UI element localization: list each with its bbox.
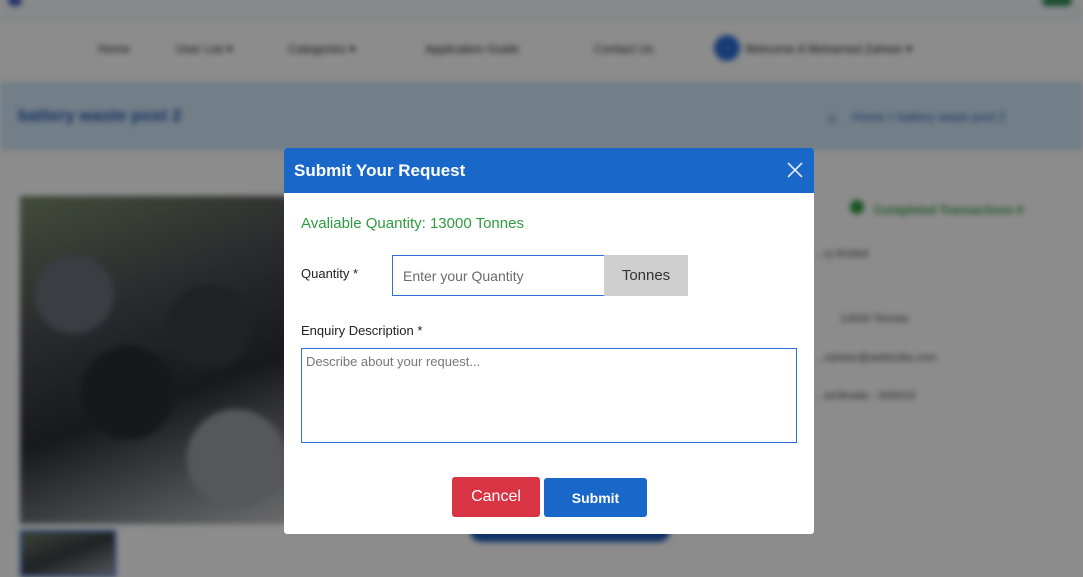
description-label: Enquiry Description * <box>301 323 423 338</box>
quantity-input[interactable] <box>392 255 605 296</box>
modal-title: Submit Your Request <box>294 161 466 180</box>
quantity-unit: Tonnes <box>604 255 688 296</box>
description-textarea[interactable] <box>301 348 797 443</box>
available-quantity: Avaliable Quantity: 13000 Tonnes <box>301 215 524 232</box>
close-icon[interactable] <box>784 159 806 181</box>
cancel-button[interactable]: Cancel <box>452 477 540 517</box>
quantity-label: Quantity * <box>301 266 359 281</box>
submit-button[interactable]: Submit <box>544 478 647 517</box>
request-modal: Submit Your Request Avaliable Quantity: … <box>284 148 814 534</box>
modal-header: Submit Your Request <box>284 148 814 193</box>
